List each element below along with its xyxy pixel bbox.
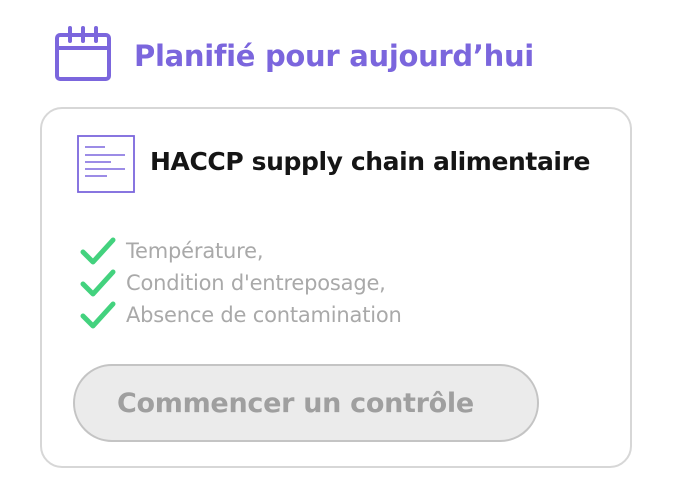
checkmark-icon [80, 269, 116, 297]
checklist-item-label: Absence de contamination [126, 303, 402, 327]
checklist-item: Absence de contamination [80, 299, 402, 331]
scheduled-header: Planifié pour aujourd’hui [54, 26, 534, 82]
checklist-item-label: Condition d'entreposage, [126, 271, 386, 295]
checkmark-icon [80, 301, 116, 329]
checkmark-icon [80, 237, 116, 265]
inspection-title: HACCP supply chain alimentaire [150, 147, 591, 176]
inspection-card[interactable]: HACCP supply chain alimentaire Températu… [40, 107, 632, 468]
calendar-icon [55, 26, 111, 81]
checklist-item: Condition d'entreposage, [80, 267, 402, 299]
start-inspection-label: Commencer un contrôle [117, 387, 474, 419]
scheduled-title: Planifié pour aujourd’hui [134, 39, 534, 73]
checklist-item-label: Température, [126, 239, 264, 263]
start-inspection-button[interactable]: Commencer un contrôle [73, 364, 539, 442]
checklist-item: Température, [80, 235, 402, 267]
criteria-checklist: Température, Condition d'entreposage, Ab… [80, 235, 402, 331]
document-icon [77, 135, 135, 193]
